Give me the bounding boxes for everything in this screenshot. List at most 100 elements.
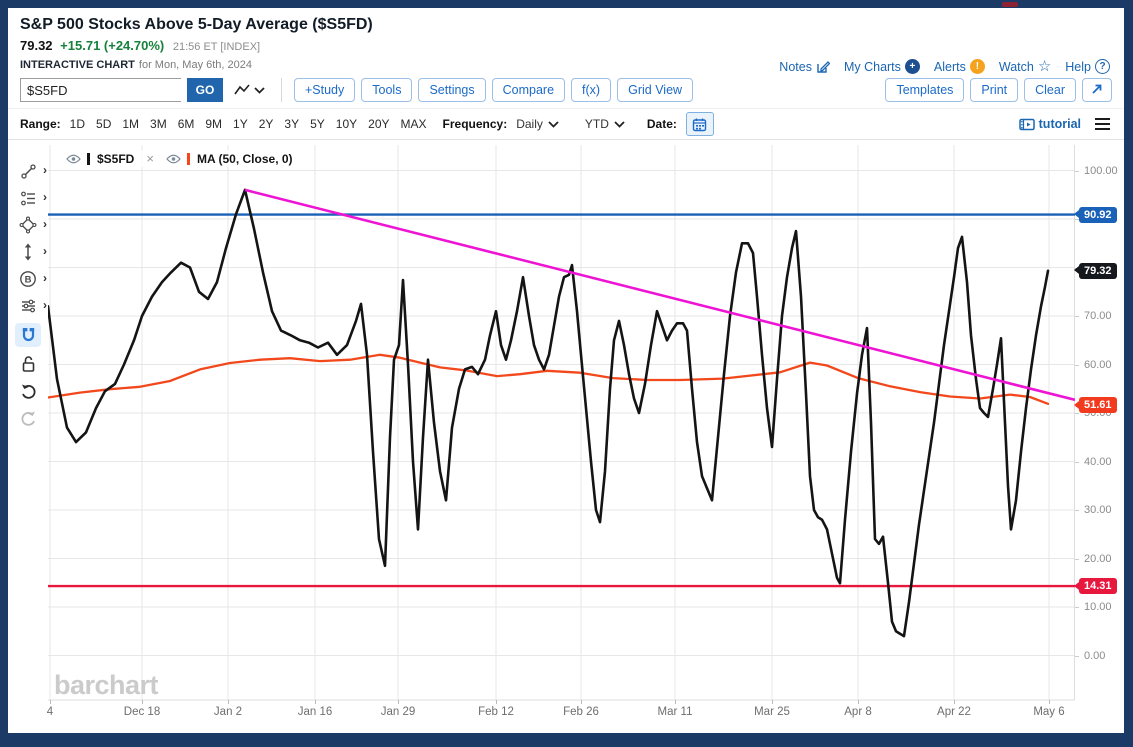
price-tag-51.61: 51.61: [1079, 397, 1117, 413]
y-tick: [1075, 365, 1079, 366]
magnet-icon: [20, 326, 37, 344]
circle-plus-icon: +: [905, 59, 920, 74]
x-axis-label: May 6: [1033, 706, 1064, 718]
price-axis[interactable]: 0.0010.0020.0030.0040.0050.0060.0070.008…: [1075, 145, 1124, 707]
y-axis-label: 100.00: [1084, 165, 1118, 177]
tool-sliders[interactable]: ›: [13, 296, 43, 316]
submenu-chevron-icon[interactable]: ›: [43, 244, 47, 258]
print-button[interactable]: Print: [970, 78, 1018, 102]
symbol-input[interactable]: [20, 78, 181, 102]
frequency-dropdown[interactable]: Daily: [516, 117, 559, 131]
settings-button[interactable]: Settings: [418, 78, 485, 102]
x-axis-label: Feb 26: [563, 706, 599, 718]
tools-button[interactable]: Tools: [361, 78, 412, 102]
price-change: +15.71 (+24.70%): [60, 38, 164, 53]
tool-shapes-tool[interactable]: ›: [13, 215, 43, 235]
tool-trend-line[interactable]: ›: [13, 161, 43, 181]
quote-time: 21:56 ET [INDEX]: [173, 41, 260, 53]
barchart-interactive-chart-page: S&P 500 Stocks Above 5-Day Average ($S5F…: [8, 8, 1124, 733]
line-chart-type-icon: [233, 83, 251, 97]
range-6m[interactable]: 6M: [178, 117, 195, 131]
unlock-icon: [21, 355, 36, 373]
y-axis-label: 70.00: [1084, 310, 1112, 322]
menu-hamburger-icon[interactable]: [1093, 116, 1112, 133]
x-axis-label: Apr 8: [844, 706, 872, 718]
price-plot[interactable]: barchart: [48, 145, 1075, 707]
header-links: Notes My Charts + Alerts ! Watch ☆ Help …: [779, 59, 1110, 74]
watch-link[interactable]: Watch ☆: [999, 60, 1051, 74]
chart-area: ››››B›› barchart $S5FD × MA (50, Close, …: [8, 145, 1124, 731]
x-tick: [315, 700, 316, 704]
tutorial-link[interactable]: tutorial: [1019, 117, 1081, 131]
templates-button[interactable]: Templates: [885, 78, 964, 102]
add-study-button[interactable]: +Study: [294, 78, 355, 102]
go-button[interactable]: GO: [187, 78, 223, 102]
tool-undo[interactable]: [13, 381, 43, 401]
chevron-down-icon: [614, 121, 625, 128]
range-5y[interactable]: 5Y: [310, 117, 325, 131]
my-charts-link[interactable]: My Charts +: [844, 59, 920, 74]
y-axis-label: 40.00: [1084, 456, 1112, 468]
alerts-link[interactable]: Alerts !: [934, 59, 985, 74]
page-title: S&P 500 Stocks Above 5-Day Average ($S5F…: [20, 15, 1112, 35]
drawing-tool-rail: ››››B››: [8, 161, 48, 428]
video-tutorial-icon: [1019, 118, 1035, 131]
y-tick: [1075, 171, 1079, 172]
annotation-b-icon: B: [19, 270, 37, 288]
chart-legend: $S5FD × MA (50, Close, 0): [62, 150, 297, 167]
submenu-chevron-icon[interactable]: ›: [43, 217, 47, 231]
tool-annotation-b[interactable]: B›: [13, 269, 43, 289]
range-1d[interactable]: 1D: [70, 117, 85, 131]
clear-button[interactable]: Clear: [1024, 78, 1076, 102]
x-axis-label: Feb 12: [478, 706, 514, 718]
tool-magnet[interactable]: [15, 323, 41, 347]
period-dropdown[interactable]: YTD: [585, 117, 625, 131]
legend-item-ma: MA (50, Close, 0): [166, 152, 293, 166]
fx-button[interactable]: f(x): [571, 78, 611, 102]
remove-series-icon[interactable]: ×: [146, 151, 154, 166]
grid-view-button[interactable]: Grid View: [617, 78, 693, 102]
series-color-bar: [187, 153, 190, 165]
range-label: Range:: [20, 117, 61, 131]
x-tick: [142, 700, 143, 704]
submenu-chevron-icon[interactable]: ›: [43, 298, 47, 312]
date-axis[interactable]: 4Dec 18Jan 2Jan 16Jan 29Feb 12Feb 26Mar …: [48, 700, 1075, 726]
range-10y[interactable]: 10Y: [336, 117, 357, 131]
range-2y[interactable]: 2Y: [259, 117, 274, 131]
help-link[interactable]: Help ?: [1065, 59, 1110, 74]
y-tick: [1075, 316, 1079, 317]
tool-redo[interactable]: [13, 408, 43, 428]
range-3y[interactable]: 3Y: [284, 117, 299, 131]
range-3m[interactable]: 3M: [150, 117, 167, 131]
range-options: 1D 5D 1M 3M 6M 9M 1Y 2Y 3Y 5Y 10Y 20Y MAX: [70, 117, 427, 131]
submenu-chevron-icon[interactable]: ›: [43, 271, 47, 285]
notes-link[interactable]: Notes: [779, 60, 830, 74]
chart-type-dropdown[interactable]: [233, 83, 265, 97]
date-picker-button[interactable]: [686, 112, 714, 136]
tool-fibonacci-tool[interactable]: ›: [13, 188, 43, 208]
range-1y[interactable]: 1Y: [233, 117, 248, 131]
price-tag-90.92: 90.92: [1079, 207, 1117, 223]
series-ma-50-close-0-[interactable]: [48, 355, 1048, 404]
x-axis-label: Mar 25: [754, 706, 790, 718]
tool-price-range-arrows[interactable]: ›: [13, 242, 43, 262]
range-9m[interactable]: 9M: [205, 117, 222, 131]
x-tick: [772, 700, 773, 704]
submenu-chevron-icon[interactable]: ›: [43, 190, 47, 204]
y-axis-label: 0.00: [1084, 650, 1105, 662]
x-tick: [954, 700, 955, 704]
y-tick: [1075, 607, 1079, 608]
expand-arrow-icon: [1091, 83, 1103, 95]
range-max[interactable]: MAX: [401, 117, 427, 131]
x-tick: [50, 700, 51, 704]
range-20y[interactable]: 20Y: [368, 117, 389, 131]
submenu-chevron-icon[interactable]: ›: [43, 163, 47, 177]
price-tag-79.32: 79.32: [1079, 263, 1117, 279]
help-circle-icon: ?: [1095, 59, 1110, 74]
range-1m[interactable]: 1M: [122, 117, 139, 131]
y-axis-label: 10.00: [1084, 601, 1112, 613]
range-5d[interactable]: 5D: [96, 117, 111, 131]
compare-button[interactable]: Compare: [492, 78, 565, 102]
expand-chart-button[interactable]: [1082, 78, 1112, 102]
tool-unlock[interactable]: [13, 354, 43, 374]
